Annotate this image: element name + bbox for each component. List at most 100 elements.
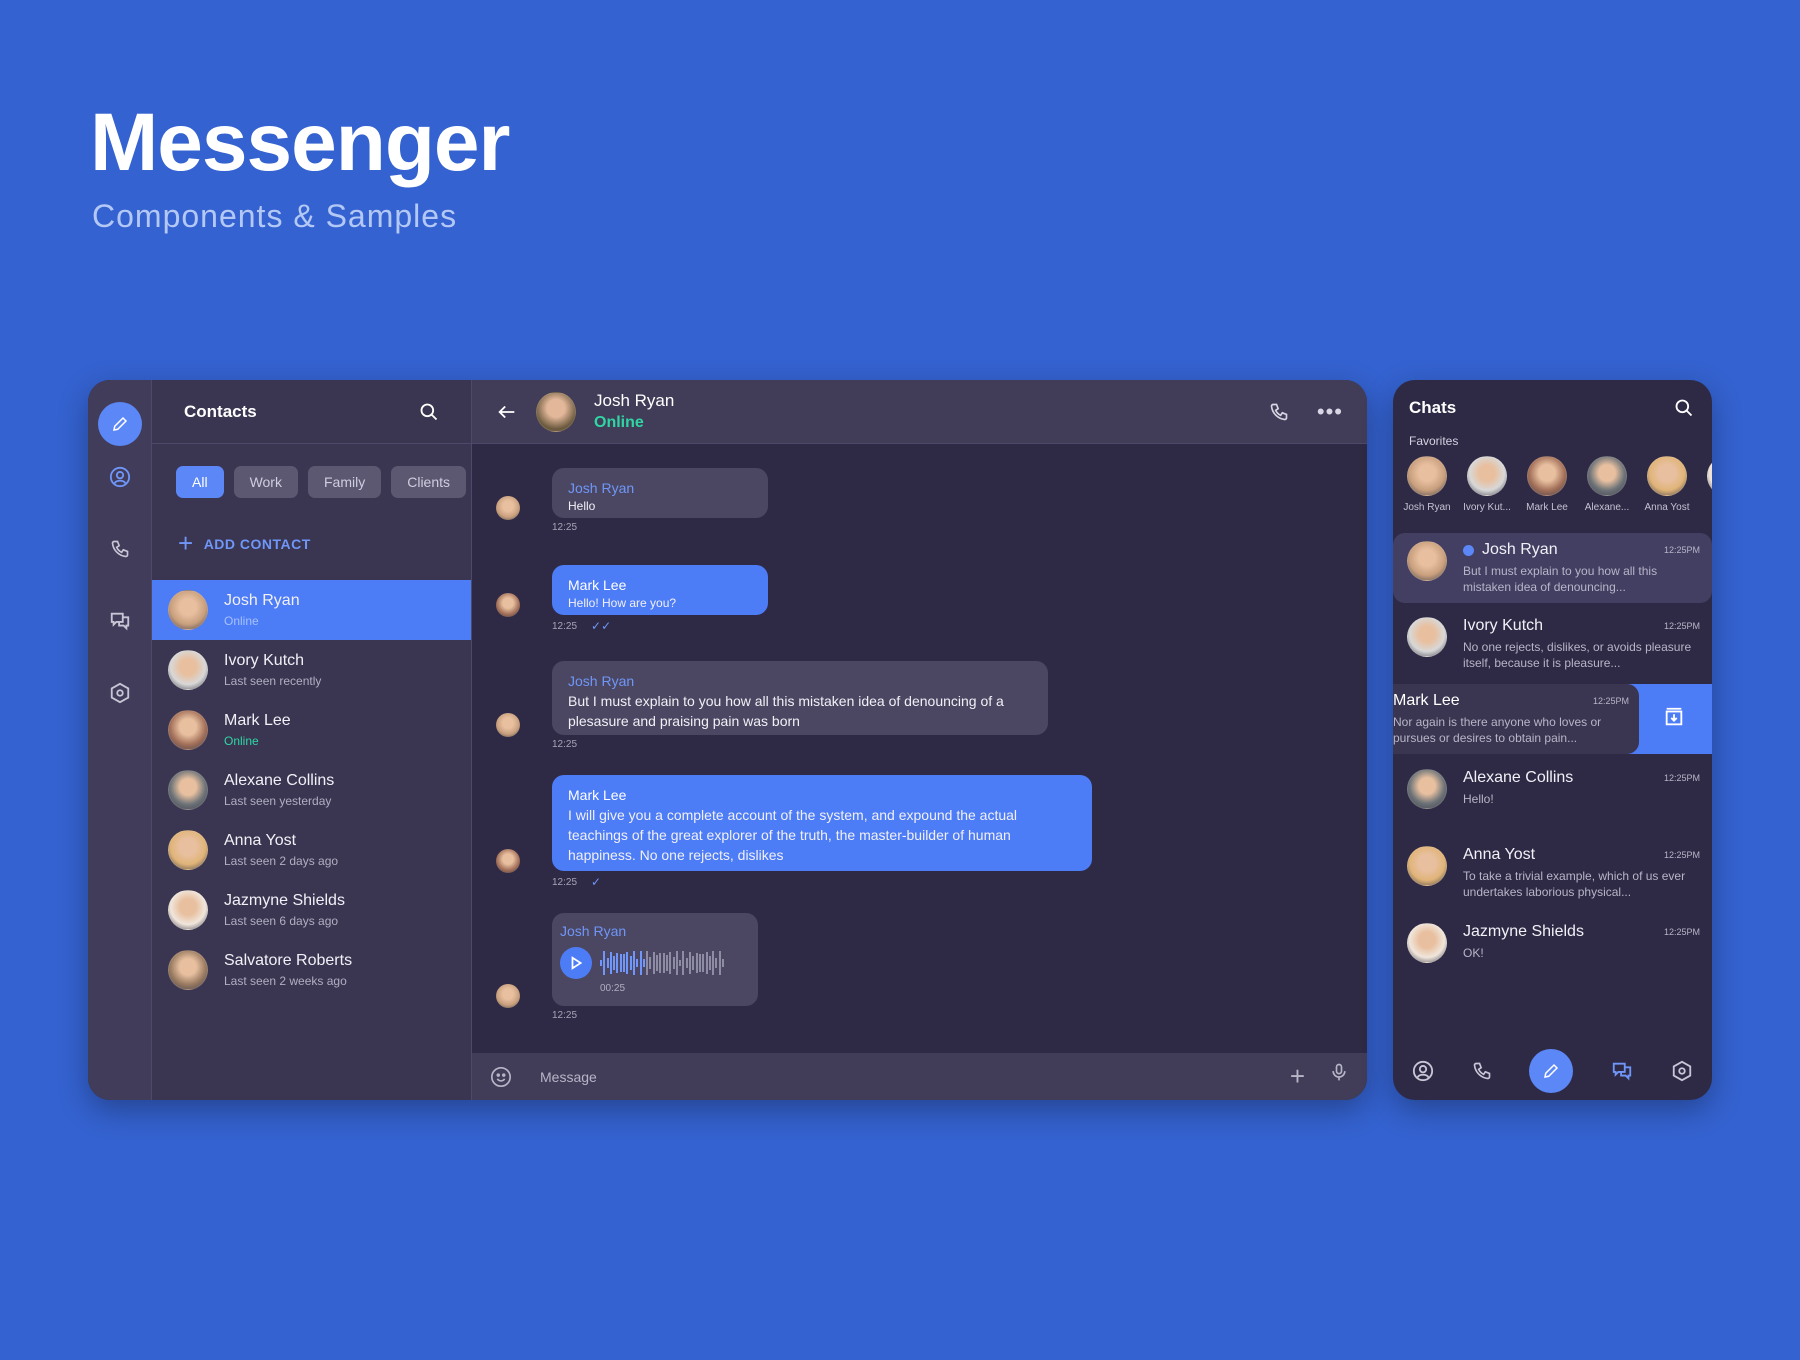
chat-row[interactable]: Ivory Kutch No one rejects, dislikes, or … xyxy=(1393,609,1712,679)
contact-item[interactable]: Anna Yost Last seen 2 days ago xyxy=(152,820,471,880)
chat-preview: No one rejects, dislikes, or avoids plea… xyxy=(1463,640,1692,670)
waveform-bar xyxy=(682,951,685,975)
avatar xyxy=(496,593,520,617)
favorite-contact[interactable]: Mark Lee xyxy=(1523,456,1571,513)
favorites-label: Favorites xyxy=(1409,434,1459,448)
more-icon[interactable]: ••• xyxy=(1317,399,1343,425)
search-icon[interactable] xyxy=(419,402,439,422)
sender-name: Josh Ryan xyxy=(568,673,635,689)
message-bubble[interactable]: Mark Lee Hello! How are you? xyxy=(552,565,768,615)
avatar xyxy=(1407,541,1447,581)
compose-button[interactable] xyxy=(98,402,142,446)
waveform-bar xyxy=(689,951,692,975)
chat-row[interactable]: Jazmyne Shields OK! 12:25PM xyxy=(1393,915,1712,985)
voice-duration: 00:25 xyxy=(600,983,626,994)
chat-row[interactable]: Josh Ryan But I must explain to you how a… xyxy=(1393,533,1712,603)
message-bubble[interactable]: Mark Lee I will give you a complete accou… xyxy=(552,775,1092,871)
message-bubble[interactable]: Josh Ryan 00:25 xyxy=(552,913,758,1006)
message-bubble[interactable]: Josh Ryan But I must explain to you how a… xyxy=(552,661,1048,735)
chats-tab-icon[interactable] xyxy=(1611,1060,1633,1082)
chat-preview: To take a trivial example, which of us e… xyxy=(1463,869,1686,899)
message-time: 12:25 xyxy=(552,522,578,533)
back-arrow-icon[interactable] xyxy=(496,401,518,423)
waveform-bar xyxy=(600,960,602,966)
favorite-contact[interactable]: Ja xyxy=(1703,456,1712,513)
message-bubble[interactable]: Josh Ryan Hello xyxy=(552,468,768,518)
settings-nav-icon[interactable] xyxy=(105,678,135,708)
filter-family[interactable]: Family xyxy=(307,466,382,498)
contact-item[interactable]: Jazmyne Shields Last seen 6 days ago xyxy=(152,880,471,940)
message-text: Hello! How are you? xyxy=(568,596,677,610)
conversation-panel: Josh Ryan Online ••• Josh Ryan Hello 12:25… xyxy=(472,380,1367,1100)
phone-nav-icon[interactable] xyxy=(105,534,135,564)
message-time: 12:25 xyxy=(552,620,578,632)
double-check-icon: ✓✓ xyxy=(591,619,612,633)
chat-row[interactable]: Alexane Collins Hello! 12:25PM xyxy=(1393,761,1712,831)
waveform-bar xyxy=(613,955,616,971)
contact-status: Online xyxy=(224,734,259,748)
microphone-icon[interactable] xyxy=(1329,1061,1349,1092)
settings-tab-icon[interactable] xyxy=(1671,1060,1693,1082)
profile-tab-icon[interactable] xyxy=(1412,1060,1434,1082)
hero-subtitle: Components & Samples xyxy=(92,198,458,234)
contact-item[interactable]: Mark Lee Online xyxy=(152,700,471,760)
filter-all[interactable]: All xyxy=(176,466,224,498)
contact-item[interactable]: Josh Ryan Online xyxy=(152,580,471,640)
filter-clients[interactable]: Clients xyxy=(391,466,467,498)
waveform-bar xyxy=(669,951,672,975)
chat-time: 12:25PM xyxy=(1663,927,1700,937)
contact-item[interactable]: Ivory Kutch Last seen recently xyxy=(152,640,471,700)
waveform-bar xyxy=(639,951,642,975)
chat-row-swiped[interactable]: Mark Lee Nor again is there anyone who lo… xyxy=(1393,684,1712,754)
emoji-icon[interactable] xyxy=(490,1066,512,1088)
add-contact-button[interactable]: + ADD CONTACT xyxy=(152,498,471,559)
phone-tab-icon[interactable] xyxy=(1472,1061,1492,1081)
avatar xyxy=(1407,846,1447,886)
sender-name: Josh Ryan xyxy=(568,480,635,496)
avatar xyxy=(496,496,520,520)
waveform-bar xyxy=(649,956,652,970)
contact-name: Josh Ryan xyxy=(224,592,300,609)
chat-name: Jazmyne Shields xyxy=(1463,923,1584,940)
phone-icon[interactable] xyxy=(1269,402,1289,422)
waveform-bar xyxy=(626,952,629,974)
waveform-bar xyxy=(659,953,662,973)
contact-status: Online xyxy=(224,614,259,628)
contact-item[interactable]: Alexane Collins Last seen yesterday xyxy=(152,760,471,820)
contact-item[interactable]: Salvatore Roberts Last seen 2 weeks ago xyxy=(152,940,471,1000)
waveform-bar xyxy=(629,956,632,970)
chat-time: 12:25PM xyxy=(1592,696,1629,706)
waveform-bar xyxy=(679,959,682,967)
favorites-row: Josh Ryan Ivory Kut... Mark Lee Alexane... A… xyxy=(1393,448,1712,513)
waveform-bar xyxy=(616,952,619,974)
chats-nav-icon[interactable] xyxy=(105,606,135,636)
compose-button[interactable] xyxy=(1529,1049,1574,1093)
avatar xyxy=(496,984,520,1008)
chat-row[interactable]: Anna Yost To take a trivial example, whic… xyxy=(1393,838,1712,908)
pencil-icon xyxy=(111,415,129,433)
chat-preview: Nor again is there anyone who loves or p… xyxy=(1393,715,1602,745)
archive-icon[interactable] xyxy=(1663,706,1685,728)
play-button[interactable] xyxy=(560,947,592,979)
avatar xyxy=(168,950,208,990)
contact-name: Mark Lee xyxy=(224,712,291,729)
chat-name: Ivory Kutch xyxy=(1463,617,1544,634)
favorite-contact[interactable]: Anna Yost xyxy=(1643,456,1691,513)
hero-title: Messenger xyxy=(90,97,510,188)
search-icon[interactable] xyxy=(1674,398,1694,418)
filter-chips: All Work Family Clients xyxy=(152,444,471,498)
voice-waveform[interactable] xyxy=(600,951,725,975)
contact-status: Last seen 2 days ago xyxy=(224,854,339,868)
avatar xyxy=(168,890,208,930)
favorite-contact[interactable]: Josh Ryan xyxy=(1403,456,1451,513)
attach-plus-icon[interactable]: + xyxy=(1290,1061,1305,1092)
message-input[interactable]: Message xyxy=(540,1069,1272,1085)
avatar xyxy=(1587,456,1627,496)
favorite-contact[interactable]: Ivory Kut... xyxy=(1463,456,1511,513)
filter-work[interactable]: Work xyxy=(233,466,298,498)
contacts-nav-icon[interactable] xyxy=(105,462,135,492)
waveform-bar xyxy=(652,952,655,974)
contact-list: Josh Ryan Online Ivory Kutch Last seen rece… xyxy=(152,580,471,1000)
waveform-bar xyxy=(646,951,649,975)
favorite-contact[interactable]: Alexane... xyxy=(1583,456,1631,513)
